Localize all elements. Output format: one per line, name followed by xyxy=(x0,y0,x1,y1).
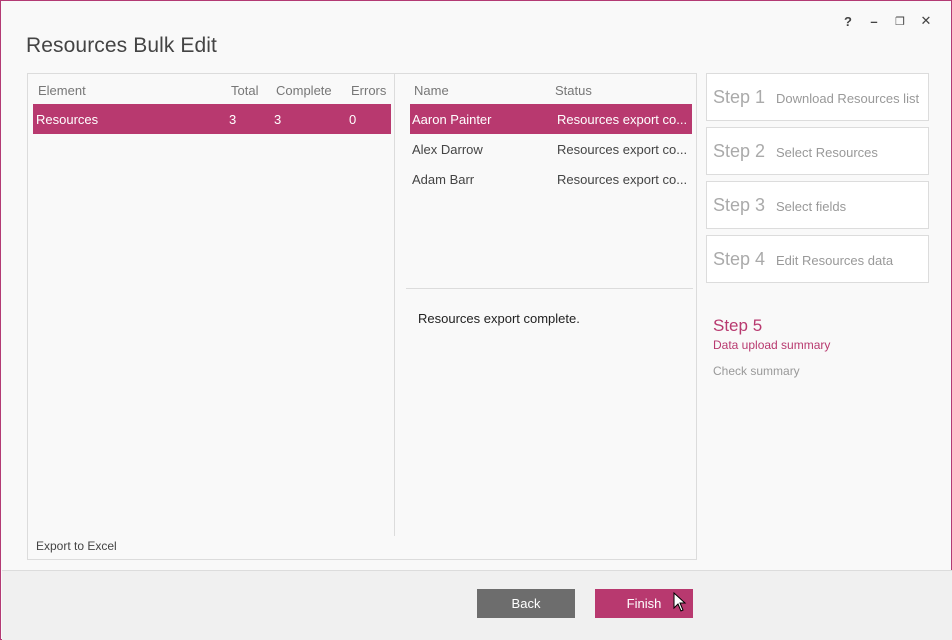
step-number: Step 1 xyxy=(713,87,766,107)
export-to-excel-link[interactable]: Export to Excel xyxy=(36,539,117,553)
step-label: Select fields xyxy=(776,199,847,214)
step-number: Step 4 xyxy=(713,249,766,269)
element-grid: Element Total Complete Errors Resources … xyxy=(28,74,395,536)
step-label: Edit Resources data xyxy=(776,253,894,268)
resource-grid: Name Status Aaron Painter Resources expo… xyxy=(396,74,697,536)
column-header-status[interactable]: Status xyxy=(555,83,592,98)
resource-grid-header: Name Status xyxy=(396,83,697,103)
step-number: Step 3 xyxy=(713,195,766,215)
cell-element: Resources xyxy=(36,112,99,127)
column-header-errors[interactable]: Errors xyxy=(351,83,386,98)
divider xyxy=(406,288,693,289)
step-label: Select Resources xyxy=(776,145,878,160)
cell-status: Resources export co... xyxy=(557,112,688,127)
step-label: Download Resources list xyxy=(776,91,920,106)
cell-total: 3 xyxy=(229,112,237,127)
column-header-total[interactable]: Total xyxy=(231,83,258,98)
help-icon[interactable]: ? xyxy=(835,12,861,30)
detail-message: Resources export complete. xyxy=(418,311,580,326)
page-title: Resources Bulk Edit xyxy=(26,34,217,57)
active-step-sublabel: Check summary xyxy=(713,364,800,378)
back-button[interactable]: Back xyxy=(477,589,575,618)
column-header-element[interactable]: Element xyxy=(38,83,86,98)
table-row[interactable]: Alex Darrow Resources export co... xyxy=(410,134,692,164)
close-icon[interactable]: ✕ xyxy=(913,12,939,30)
step-4[interactable]: Step 4 Edit Resources data xyxy=(706,235,929,283)
cell-complete: 3 xyxy=(274,112,282,127)
window-controls: ? – ❐ ✕ xyxy=(835,12,939,30)
cell-name: Aaron Painter xyxy=(412,112,492,127)
main-panel: Element Total Complete Errors Resources … xyxy=(27,73,697,560)
active-step-number: Step 5 xyxy=(713,316,763,335)
step-number: Step 2 xyxy=(713,141,766,161)
cell-name: Alex Darrow xyxy=(412,142,483,157)
app-window: ? – ❐ ✕ Resources Bulk Edit Element Tota… xyxy=(0,0,952,640)
cell-name: Adam Barr xyxy=(412,172,475,187)
table-row[interactable]: Resources 3 3 0 xyxy=(33,104,391,134)
active-step-label: Data upload summary xyxy=(713,338,831,352)
step-2[interactable]: Step 2 Select Resources xyxy=(706,127,929,175)
step-1[interactable]: Step 1 Download Resources list xyxy=(706,73,929,121)
restore-icon[interactable]: ❐ xyxy=(887,12,913,30)
step-3[interactable]: Step 3 Select fields xyxy=(706,181,929,229)
minimize-icon[interactable]: – xyxy=(861,12,887,30)
table-row[interactable]: Aaron Painter Resources export co... xyxy=(410,104,692,134)
column-header-name[interactable]: Name xyxy=(414,83,449,98)
cell-status: Resources export co... xyxy=(557,142,688,157)
column-header-complete[interactable]: Complete xyxy=(276,83,332,98)
element-grid-header: Element Total Complete Errors xyxy=(28,83,394,103)
cell-status: Resources export co... xyxy=(557,172,688,187)
mouse-cursor-icon xyxy=(673,592,687,612)
footer-bar: Back Finish xyxy=(2,570,952,640)
table-row[interactable]: Adam Barr Resources export co... xyxy=(410,164,692,194)
cell-errors: 0 xyxy=(349,112,357,127)
